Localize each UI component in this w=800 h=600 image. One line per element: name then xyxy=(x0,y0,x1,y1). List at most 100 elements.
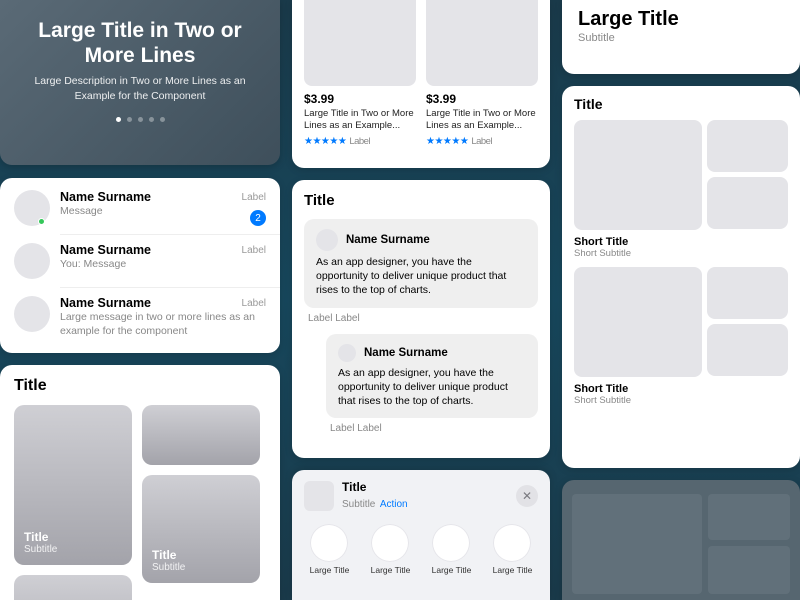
testimonial-bubble[interactable]: Name Surname As an app designer, you hav… xyxy=(304,219,538,308)
app-icon xyxy=(432,524,470,562)
share-subtitle: Subtitle xyxy=(342,499,375,510)
share-target[interactable]: Large Title xyxy=(432,524,472,576)
app-icon xyxy=(371,524,409,562)
share-title: Title xyxy=(342,480,408,494)
author-name: Name Surname xyxy=(364,347,448,359)
page-dot[interactable] xyxy=(149,117,154,122)
hero-title: Large Title in Two or More Lines xyxy=(20,18,260,68)
conversation-row[interactable]: Name Surname Message Label 2 xyxy=(0,182,280,234)
app-icon xyxy=(493,524,531,562)
app-label: Large Title xyxy=(493,566,533,576)
page-indicator[interactable] xyxy=(20,117,260,122)
large-title-header: Large Title Subtitle xyxy=(562,0,800,74)
unread-badge: 2 xyxy=(250,210,266,226)
product-price: $3.99 xyxy=(426,92,538,106)
timestamp-label: Label xyxy=(242,298,266,309)
product-title: Large Title in Two or More Lines as an E… xyxy=(426,108,538,133)
share-thumbnail xyxy=(304,481,334,511)
grid-side-image xyxy=(707,177,788,229)
rating-stars: ★★★★★Label xyxy=(304,136,416,147)
product-image xyxy=(304,0,416,86)
share-target[interactable]: Large Title xyxy=(371,524,411,576)
gallery-item[interactable]: Title Subtitle xyxy=(14,405,132,565)
testimonial-body: As an app designer, you have the opportu… xyxy=(338,366,526,409)
grid-main-image xyxy=(574,120,702,230)
contact-name: Name Surname xyxy=(60,243,266,257)
grid-block[interactable]: Short Title Short Subtitle xyxy=(574,267,788,406)
grid-block[interactable]: Short Title Short Subtitle xyxy=(574,120,788,259)
grid-title: Short Title xyxy=(574,236,788,248)
message-preview: Message xyxy=(60,205,266,219)
gallery-item[interactable]: Title Subtitle xyxy=(142,475,260,583)
page-dot[interactable] xyxy=(116,117,121,122)
app-label: Large Title xyxy=(310,566,350,576)
section-title: Title xyxy=(304,192,538,209)
share-target[interactable]: Large Title xyxy=(310,524,350,576)
presence-indicator xyxy=(38,218,45,225)
tile[interactable] xyxy=(572,494,702,594)
conversation-list: Name Surname Message Label 2 Name Surnam… xyxy=(0,178,280,353)
share-action-link[interactable]: Action xyxy=(380,499,408,510)
testimonials-card: Title Name Surname As an app designer, y… xyxy=(292,180,550,458)
message-preview: Large message in two or more lines as an… xyxy=(60,311,266,338)
grid-side-image xyxy=(707,120,788,172)
app-label: Large Title xyxy=(432,566,472,576)
share-target[interactable]: Large Title xyxy=(493,524,533,576)
testimonial-labels: Label Label xyxy=(330,423,538,434)
app-label: Large Title xyxy=(371,566,411,576)
grid-subtitle: Short Subtitle xyxy=(574,395,788,406)
share-sheet: Title Subtitle Action ✕ Large Title Larg… xyxy=(292,470,550,600)
timestamp-label: Label xyxy=(242,245,266,256)
conversation-row[interactable]: Name Surname Large message in two or mor… xyxy=(0,288,280,346)
timestamp-label: Label xyxy=(242,192,266,203)
grid-main-image xyxy=(574,267,702,377)
dark-tile-panel xyxy=(562,480,800,600)
grid-subtitle: Short Subtitle xyxy=(574,248,788,259)
page-dot[interactable] xyxy=(160,117,165,122)
testimonial-body: As an app designer, you have the opportu… xyxy=(316,255,526,298)
testimonial-bubble[interactable]: Name Surname As an app designer, you hav… xyxy=(326,334,538,419)
contact-name: Name Surname xyxy=(60,296,266,310)
gallery-item-subtitle: Subtitle xyxy=(152,562,250,573)
product-image xyxy=(426,0,538,86)
gallery-item[interactable] xyxy=(142,405,260,465)
page-dot[interactable] xyxy=(138,117,143,122)
avatar xyxy=(338,344,356,362)
contact-name: Name Surname xyxy=(60,190,266,204)
product-card[interactable]: $3.99 Large Title in Two or More Lines a… xyxy=(426,0,538,147)
avatar xyxy=(14,243,50,279)
section-title: Title xyxy=(574,96,788,112)
avatar xyxy=(14,296,50,332)
testimonial-labels: Label Label xyxy=(308,313,538,324)
author-name: Name Surname xyxy=(346,234,430,246)
gallery-item-title: Title xyxy=(152,548,250,562)
gallery-item-subtitle: Subtitle xyxy=(24,544,122,555)
tile[interactable] xyxy=(708,494,790,540)
app-icon xyxy=(310,524,348,562)
close-button[interactable]: ✕ xyxy=(516,485,538,507)
close-icon: ✕ xyxy=(522,489,532,503)
product-grid: $3.99 Large Title in Two or More Lines a… xyxy=(292,0,550,168)
conversation-row[interactable]: Name Surname You: Message Label xyxy=(0,235,280,287)
grid-collection: Title Short Title Short Subtitle Short T… xyxy=(562,86,800,468)
page-title: Large Title xyxy=(578,8,784,31)
avatar xyxy=(316,229,338,251)
message-preview: You: Message xyxy=(60,258,266,272)
rating-label: Label xyxy=(349,136,370,147)
tile[interactable] xyxy=(708,546,790,594)
grid-side-image xyxy=(707,324,788,376)
gallery-item-title: Title xyxy=(24,530,122,544)
product-card[interactable]: $3.99 Large Title in Two or More Lines a… xyxy=(304,0,416,147)
rating-label: Label xyxy=(471,136,492,147)
grid-side-image xyxy=(707,267,788,319)
grid-title: Short Title xyxy=(574,383,788,395)
page-dot[interactable] xyxy=(127,117,132,122)
product-price: $3.99 xyxy=(304,92,416,106)
page-subtitle: Subtitle xyxy=(578,32,784,44)
section-title: Title xyxy=(14,377,280,395)
hero-description: Large Description in Two or More Lines a… xyxy=(20,74,260,102)
hero-banner[interactable]: Large Title in Two or More Lines Large D… xyxy=(0,0,280,165)
product-title: Large Title in Two or More Lines as an E… xyxy=(304,108,416,133)
gallery-item[interactable] xyxy=(14,575,132,600)
rating-stars: ★★★★★Label xyxy=(426,136,538,147)
